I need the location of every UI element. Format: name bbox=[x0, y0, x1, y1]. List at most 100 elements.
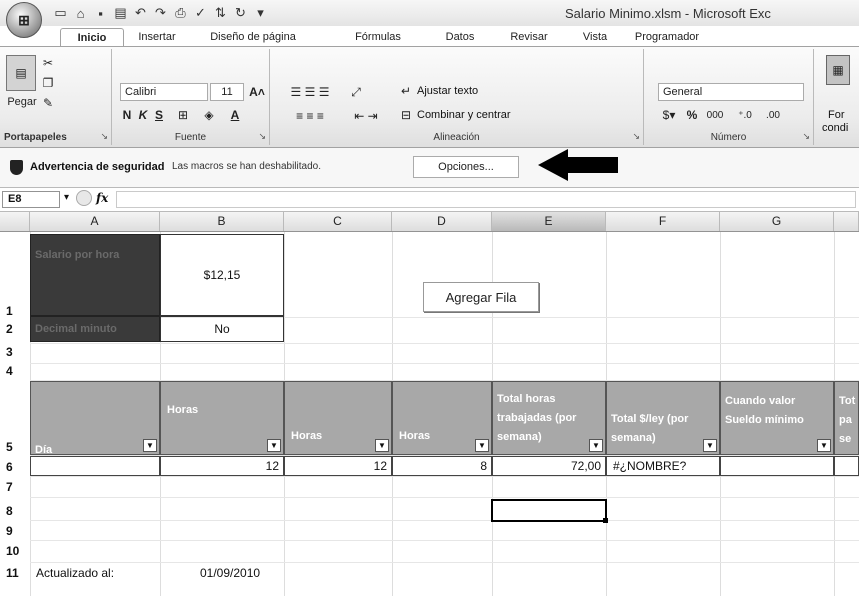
format-painter-icon[interactable]: ✎ bbox=[40, 95, 56, 111]
indent-icons[interactable]: ⇤ ⇥ bbox=[344, 107, 388, 125]
redo-icon[interactable]: ↷ bbox=[152, 5, 169, 22]
conditional-format-icon[interactable]: ▦ bbox=[826, 55, 850, 85]
column-header-d[interactable]: D bbox=[392, 212, 492, 231]
filter-dropdown-d[interactable]: ▼ bbox=[475, 439, 489, 452]
cell-a6[interactable] bbox=[30, 456, 160, 476]
save-icon[interactable]: ▪ bbox=[92, 5, 109, 22]
row-header-7[interactable]: 7 bbox=[0, 480, 30, 494]
row-header-10[interactable]: 10 bbox=[0, 544, 30, 558]
row-header-5[interactable]: 5 bbox=[0, 440, 30, 454]
cell-h6[interactable] bbox=[834, 456, 859, 476]
number-format-select[interactable]: General bbox=[658, 83, 804, 101]
column-header-a[interactable]: A bbox=[30, 212, 160, 231]
column-header-e[interactable]: E bbox=[492, 212, 606, 231]
fill-handle[interactable] bbox=[603, 518, 608, 523]
copy-icon[interactable]: ❐ bbox=[40, 75, 56, 91]
cell-f6[interactable]: #¿NOMBRE? bbox=[606, 456, 720, 476]
font-size-select[interactable]: 11 bbox=[210, 83, 244, 101]
cell-g6[interactable] bbox=[720, 456, 834, 476]
options-button[interactable]: Opciones... bbox=[413, 156, 519, 178]
currency-icon[interactable]: $▾ bbox=[658, 107, 680, 123]
paste-label[interactable]: Pegar bbox=[4, 95, 40, 109]
column-header-f[interactable]: F bbox=[606, 212, 720, 231]
filter-dropdown-c[interactable]: ▼ bbox=[375, 439, 389, 452]
row-header-3[interactable]: 3 bbox=[0, 345, 30, 359]
wrap-text-icon[interactable]: ↵ bbox=[398, 83, 414, 99]
borders-icon[interactable]: ⊞ bbox=[174, 107, 192, 123]
column-header-h[interactable] bbox=[834, 212, 859, 231]
row-header-6[interactable]: 6 bbox=[0, 460, 30, 474]
cancel-enter-icon[interactable] bbox=[76, 190, 92, 206]
cell-a2[interactable]: Decimal minuto bbox=[30, 316, 160, 342]
cut-icon[interactable]: ✂ bbox=[40, 55, 56, 71]
tab-diseno-pagina[interactable]: Diseño de página bbox=[198, 28, 308, 46]
tab-insertar[interactable]: Insertar bbox=[128, 28, 186, 46]
decrease-decimal-icon[interactable]: .00 bbox=[760, 107, 786, 123]
add-row-button[interactable]: Agregar Fila bbox=[423, 282, 539, 312]
print-preview-icon[interactable]: ▤ bbox=[112, 5, 129, 22]
select-all-corner[interactable] bbox=[0, 212, 30, 231]
name-box[interactable]: E8 bbox=[2, 191, 60, 208]
grow-font-icon[interactable]: A˄ bbox=[246, 83, 268, 101]
font-launcher-icon[interactable]: ↘ bbox=[258, 131, 266, 142]
tab-vista[interactable]: Vista bbox=[575, 28, 615, 46]
customize-icon[interactable]: ▾ bbox=[252, 5, 269, 22]
new-icon[interactable]: ▭ bbox=[52, 5, 69, 22]
alignment-launcher-icon[interactable]: ↘ bbox=[632, 131, 640, 142]
font-color-icon[interactable]: A bbox=[226, 107, 244, 123]
percent-button[interactable]: % bbox=[684, 107, 700, 123]
cell-b2[interactable]: No bbox=[160, 316, 284, 342]
vertical-align-icons[interactable]: ☰ ☰ ☰ bbox=[280, 83, 340, 101]
sort-icon[interactable]: ⇅ bbox=[212, 5, 229, 22]
formula-input[interactable] bbox=[116, 191, 856, 208]
spellcheck-icon[interactable]: ✓ bbox=[192, 5, 209, 22]
merge-icon[interactable]: ⊟ bbox=[398, 107, 414, 123]
thousands-button[interactable]: 000 bbox=[704, 107, 726, 123]
column-header-g[interactable]: G bbox=[720, 212, 834, 231]
bold-button[interactable]: N bbox=[120, 107, 134, 123]
cell-b11[interactable]: 01/09/2010 bbox=[200, 566, 260, 580]
horizontal-align-icons[interactable]: ≡ ≡ ≡ bbox=[280, 107, 340, 125]
cell-b1[interactable]: $12,15 bbox=[160, 234, 284, 316]
cell-c6[interactable]: 12 bbox=[284, 456, 392, 476]
fill-color-icon[interactable]: ◈ bbox=[200, 107, 218, 123]
filter-dropdown-g[interactable]: ▼ bbox=[817, 439, 831, 452]
insert-function-icon[interactable]: fx bbox=[96, 191, 108, 205]
filter-dropdown-f[interactable]: ▼ bbox=[703, 439, 717, 452]
undo-icon[interactable]: ↶ bbox=[132, 5, 149, 22]
italic-button[interactable]: K bbox=[136, 107, 150, 123]
name-box-dropdown-icon[interactable]: ▾ bbox=[64, 192, 69, 203]
print-icon[interactable]: ⎙ bbox=[172, 5, 189, 22]
row-header-8[interactable]: 8 bbox=[0, 504, 30, 518]
tab-datos[interactable]: Datos bbox=[436, 28, 484, 46]
selected-cell-e8[interactable] bbox=[491, 499, 607, 522]
filter-dropdown-e[interactable]: ▼ bbox=[589, 439, 603, 452]
tab-revisar[interactable]: Revisar bbox=[502, 28, 556, 46]
cell-e6[interactable]: 72,00 bbox=[492, 456, 606, 476]
cell-b6[interactable]: 12 bbox=[160, 456, 284, 476]
column-header-c[interactable]: C bbox=[284, 212, 392, 231]
column-header-b[interactable]: B bbox=[160, 212, 284, 231]
number-launcher-icon[interactable]: ↘ bbox=[802, 131, 810, 142]
filter-dropdown-a[interactable]: ▼ bbox=[143, 439, 157, 452]
refresh-icon[interactable]: ↻ bbox=[232, 5, 249, 22]
merge-center-button[interactable]: Combinar y centrar bbox=[417, 109, 511, 121]
tab-formulas[interactable]: Fórmulas bbox=[346, 28, 410, 46]
clipboard-launcher-icon[interactable]: ↘ bbox=[100, 131, 108, 142]
row-header-2[interactable]: 2 bbox=[0, 322, 30, 336]
wrap-text-button[interactable]: Ajustar texto bbox=[417, 85, 478, 97]
increase-decimal-icon[interactable]: ⁺.0 bbox=[732, 107, 758, 123]
cell-a11[interactable]: Actualizado al: bbox=[36, 566, 114, 580]
filter-dropdown-b[interactable]: ▼ bbox=[267, 439, 281, 452]
row-header-11[interactable]: 11 bbox=[0, 566, 30, 580]
font-name-select[interactable]: Calibri bbox=[120, 83, 208, 101]
office-button[interactable]: ⊞ bbox=[6, 2, 42, 38]
paste-icon[interactable]: ▤ bbox=[6, 55, 36, 91]
tab-programador[interactable]: Programador bbox=[622, 28, 712, 46]
underline-button[interactable]: S bbox=[152, 107, 166, 123]
cell-d6[interactable]: 8 bbox=[392, 456, 492, 476]
row-header-1[interactable]: 1 bbox=[0, 304, 30, 318]
row-header-9[interactable]: 9 bbox=[0, 524, 30, 538]
conditional-format-label-1[interactable]: For bbox=[828, 109, 845, 121]
open-icon[interactable]: ⌂ bbox=[72, 5, 89, 22]
